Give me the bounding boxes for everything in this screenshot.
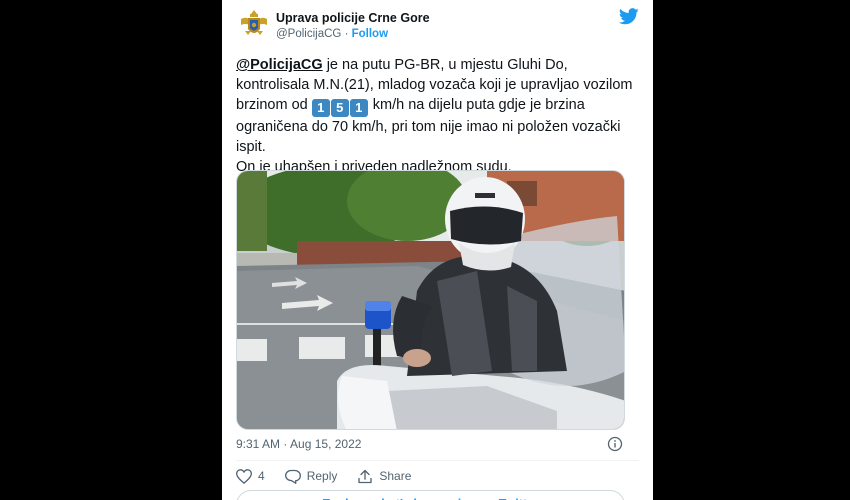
reply-button[interactable]: Reply [284,469,338,484]
explore-twitter-button[interactable]: Explore what's happening on Twitter [236,490,625,500]
twitter-bird-icon[interactable] [619,8,639,25]
tweet-photo[interactable] [236,170,625,430]
tweet-header: Uprava policije Crne Gore @PolicijaCG · … [236,6,639,46]
police-motorcycle-photo [237,171,624,429]
tweet-mention[interactable]: @PolicijaCG [236,57,323,73]
coat-of-arms-icon [241,10,267,35]
digit-emoji: 1 [349,99,368,117]
like-count: 4 [258,469,265,483]
account-name[interactable]: Uprava policije Crne Gore [276,11,430,25]
tweet-text: @PolicijaCG je na putu PG-BR, u mjestu G… [236,55,636,177]
account-handle-line: @PolicijaCG · Follow [276,28,388,40]
avatar[interactable] [236,6,272,42]
info-icon[interactable] [607,436,623,452]
tweet-card: Uprava policije Crne Gore @PolicijaCG · … [222,0,653,500]
follow-button[interactable]: Follow [352,28,388,40]
digit-emoji: 1 [311,99,330,117]
tweet-actions: 4 Reply Share [236,467,431,485]
account-handle[interactable]: @PolicijaCG [276,28,341,40]
share-button[interactable]: Share [357,469,411,484]
reply-label: Reply [306,469,338,483]
like-button[interactable]: 4 [236,468,265,484]
tweet-timestamp[interactable]: 9:31 AM · Aug 15, 2022 [236,437,361,451]
share-icon [358,469,373,483]
separator-dot: · [344,28,349,40]
reply-icon [284,469,301,484]
digit-emoji: 5 [330,99,349,117]
divider [236,460,639,461]
share-label: Share [379,469,412,483]
heart-icon [236,468,252,484]
